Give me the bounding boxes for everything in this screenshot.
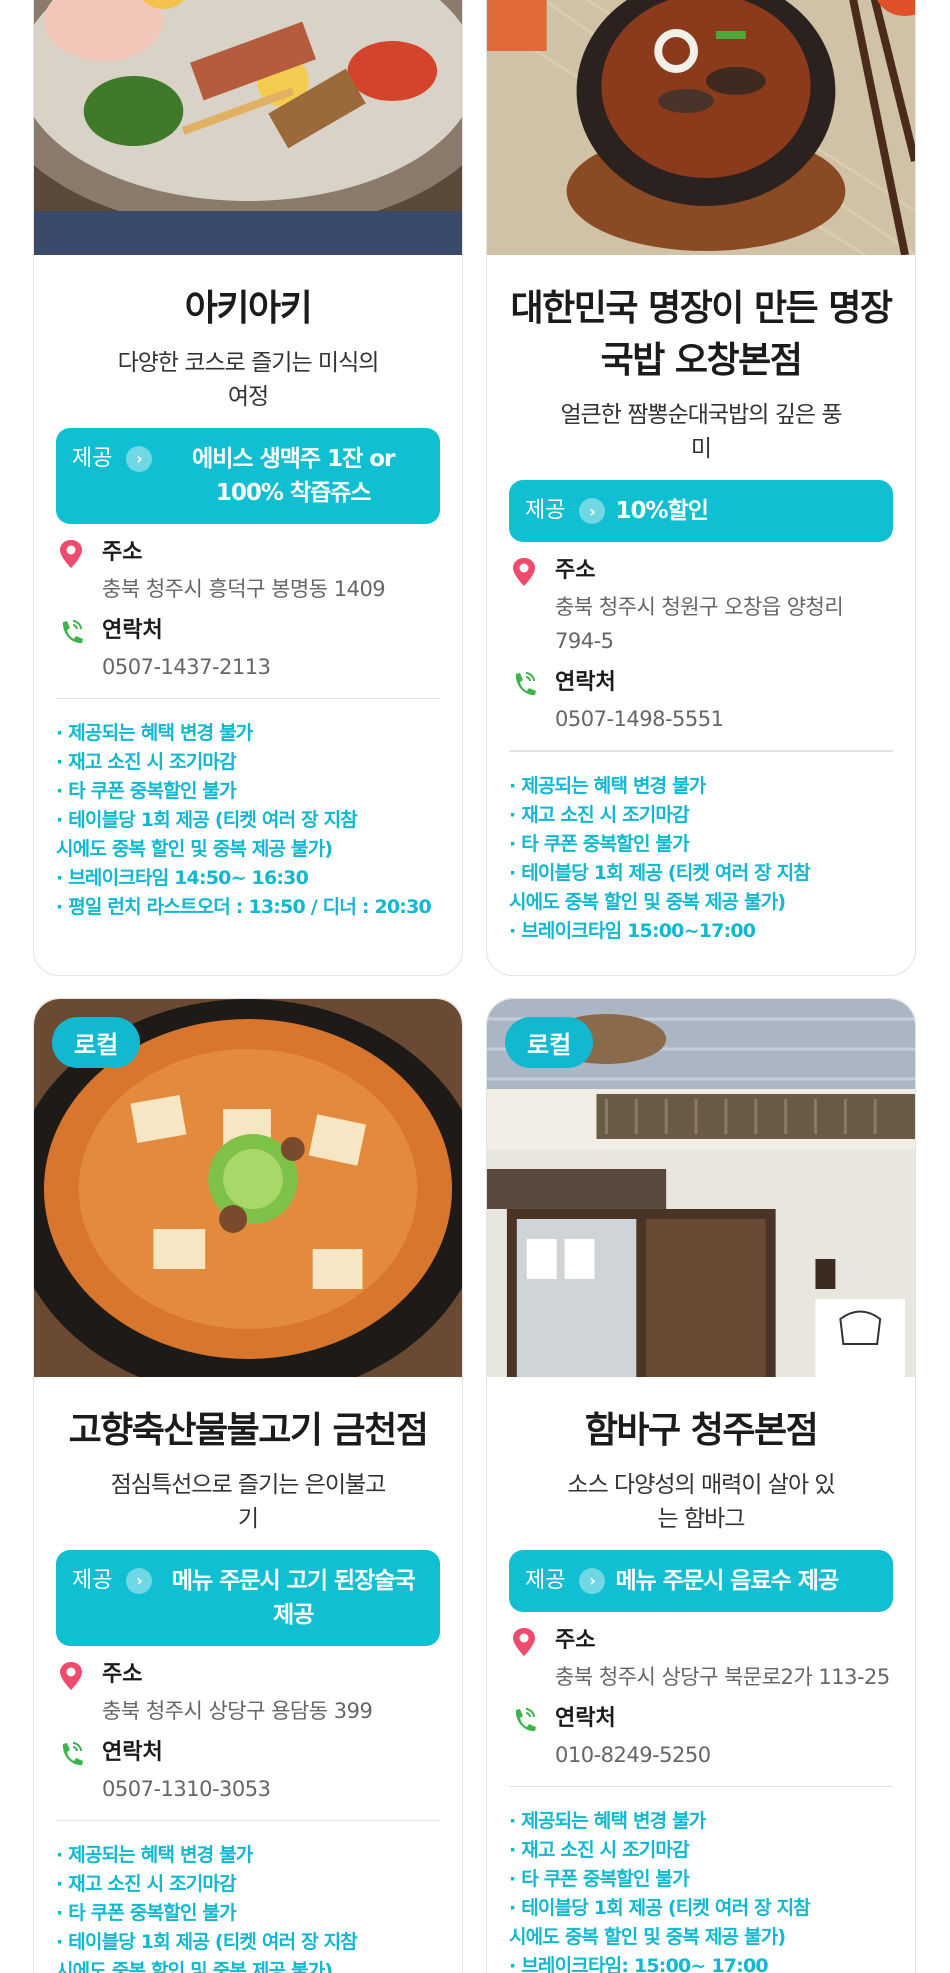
- note-item: · 제공되는 혜택 변경 불가: [56, 722, 253, 745]
- notes-list: · 제공되는 혜택 변경 불가 · 재고 소진 시 조기마감 · 타 쿠폰 중복…: [509, 1807, 893, 1973]
- address-value: 충북 청주시 상당구 북문로2가 113-25: [555, 1664, 890, 1689]
- note-item: · 테이블당 1회 제공 (티켓 여러 장 지참: [56, 1931, 358, 1954]
- benefit-text: 메뉴 주문시 음료수 제공: [615, 1567, 839, 1594]
- note-item: · 브레이크타임 14:50~ 16:30: [56, 867, 309, 890]
- chevron-right-icon: ›: [126, 1567, 153, 1594]
- address-value: 충북 청주시 상당구 용담동 399: [102, 1698, 373, 1723]
- note-item: 시에도 중복 할인 및 중복 제공 불가): [509, 1926, 786, 1949]
- note-item: · 재고 소진 시 조기마감: [56, 751, 237, 774]
- restaurant-card[interactable]: 로컬 함바구 청주본점 소스 다양성의 매력이 살아 있는 함바그 제공 › 메…: [486, 998, 916, 1973]
- benefit-text: 에비스 생맥주 1잔 or 100% 착즙쥬스: [192, 445, 395, 506]
- note-item: · 타 쿠폰 중복할인 불가: [509, 1868, 690, 1891]
- phone-label: 연락처: [102, 617, 163, 643]
- note-item: · 제공되는 혜택 변경 불가: [509, 774, 706, 797]
- note-item: · 타 쿠폰 중복할인 불가: [509, 832, 690, 855]
- benefit-box: 제공 › 10%할인: [509, 480, 893, 543]
- address-label: 주소: [102, 1661, 143, 1687]
- note-item: · 재고 소진 시 조기마감: [509, 803, 690, 826]
- phone-value[interactable]: 0507-1437-2113: [56, 650, 440, 684]
- phone-value[interactable]: 0507-1310-3053: [56, 1772, 440, 1806]
- note-item: · 타 쿠폰 중복할인 불가: [56, 780, 237, 803]
- divider: [509, 750, 893, 752]
- note-item: · 재고 소진 시 조기마감: [56, 1873, 237, 1896]
- address-label: 주소: [102, 539, 143, 565]
- note-item: · 테이블당 1회 제공 (티켓 여러 장 지참: [509, 1897, 811, 1920]
- restaurant-description: 얼큰한 짬뽕순대국밥의 깊은 풍미: [560, 402, 842, 462]
- restaurant-photo: 로컬: [34, 999, 462, 1377]
- note-item: 시에도 중복 할인 및 중복 제공 불가): [509, 890, 786, 913]
- restaurant-photo: 로컬: [487, 999, 915, 1377]
- note-item: · 테이블당 1회 제공 (티켓 여러 장 지참: [56, 809, 358, 832]
- note-item: 시에도 중복 할인 및 중복 제공 불가): [56, 1960, 333, 1973]
- note-item: 시에도 중복 할인 및 중복 제공 불가): [56, 838, 333, 861]
- phone-icon: [515, 672, 536, 696]
- note-item: · 테이블당 1회 제공 (티켓 여러 장 지참: [509, 861, 811, 884]
- restaurant-description: 점심특선으로 즐기는 은이불고기: [110, 1472, 387, 1532]
- note-item: · 제공되는 혜택 변경 불가: [56, 1844, 253, 1867]
- benefit-box: 제공 › 메뉴 주문시 음료수 제공: [509, 1549, 893, 1612]
- restaurant-photo: [34, 0, 462, 255]
- benefit-box: 제공 › 메뉴 주문시 고기 된장술국 제공: [56, 1549, 440, 1646]
- phone-icon: [62, 1741, 83, 1765]
- restaurant-description: 소스 다양성의 매력이 살아 있는 함바그: [567, 1472, 835, 1532]
- benefit-text: 메뉴 주문시 고기 된장술국 제공: [171, 1567, 416, 1628]
- restaurant-name: 아키아키: [184, 288, 313, 329]
- location-pin-icon: [60, 539, 82, 568]
- benefit-tag: 제공: [525, 1567, 566, 1593]
- benefit-tag: 제공: [72, 445, 113, 471]
- notes-list: · 제공되는 혜택 변경 불가 · 재고 소진 시 조기마감 · 타 쿠폰 중복…: [509, 772, 893, 946]
- benefit-text: 10%할인: [615, 498, 708, 525]
- restaurant-card[interactable]: 대한민국 명장이 만든 명장국밥 오창본점 얼큰한 짬뽕순대국밥의 깊은 풍미 …: [486, 0, 916, 976]
- benefit-tag: 제공: [72, 1567, 113, 1593]
- restaurant-description: 다양한 코스로 즐기는 미식의 여정: [117, 350, 380, 410]
- note-item: · 브레이크타임: 15:00~ 17:00: [509, 1955, 769, 1973]
- location-pin-icon: [513, 558, 535, 587]
- address-value: 충북 청주시 청원구 오창읍 양청리 794-5: [555, 595, 844, 654]
- note-item: · 제공되는 혜택 변경 불가: [509, 1810, 706, 1833]
- divider: [509, 1785, 893, 1788]
- chevron-right-icon: ›: [579, 1567, 606, 1594]
- restaurant-photo: [487, 0, 915, 255]
- phone-label: 연락처: [555, 670, 616, 696]
- chevron-right-icon: ›: [126, 445, 153, 472]
- benefit-tag: 제공: [525, 498, 566, 524]
- address-label: 주소: [555, 558, 596, 584]
- restaurant-card[interactable]: 아키아키 다양한 코스로 즐기는 미식의 여정 제공 › 에비스 생맥주 1잔 …: [33, 0, 463, 976]
- address-label: 주소: [555, 1627, 596, 1653]
- note-item: · 재고 소진 시 조기마감: [509, 1839, 690, 1862]
- local-badge: 로컬: [505, 1017, 594, 1068]
- notes-list: · 제공되는 혜택 변경 불가 · 재고 소진 시 조기마감 · 타 쿠폰 중복…: [56, 1841, 440, 1973]
- location-pin-icon: [60, 1661, 82, 1690]
- phone-value[interactable]: 010-8249-5250: [509, 1738, 893, 1772]
- divider: [56, 697, 440, 700]
- location-pin-icon: [513, 1627, 535, 1656]
- restaurant-name: 함바구 청주본점: [584, 1410, 819, 1451]
- benefit-box: 제공 › 에비스 생맥주 1잔 or 100% 착즙쥬스: [56, 427, 440, 524]
- phone-icon: [62, 619, 83, 643]
- phone-icon: [515, 1707, 536, 1731]
- notes-list: · 제공되는 혜택 변경 불가 · 재고 소진 시 조기마감 · 타 쿠폰 중복…: [56, 719, 440, 922]
- chevron-right-icon: ›: [579, 498, 606, 525]
- local-badge: 로컬: [52, 1017, 141, 1068]
- note-item: · 브레이크타임 15:00~17:00: [509, 919, 756, 942]
- phone-label: 연락처: [102, 1739, 163, 1765]
- restaurant-name: 고향축산물불고기 금천점: [68, 1410, 429, 1451]
- address-value: 충북 청주시 흥덕구 봉명동 1409: [102, 576, 386, 601]
- divider: [56, 1819, 440, 1822]
- restaurant-name: 대한민국 명장이 만든 명장국밥 오창본점: [510, 288, 893, 382]
- note-item: · 평일 런치 라스트오더 : 13:50 / 디너 : 20:30: [56, 896, 432, 919]
- restaurant-card[interactable]: 로컬 고향축산물불고기 금천점 점심특선으로 즐기는 은이불고기 제공 › 메뉴…: [33, 998, 463, 1973]
- phone-label: 연락처: [555, 1705, 616, 1731]
- note-item: · 타 쿠폰 중복할인 불가: [56, 1902, 237, 1925]
- phone-value[interactable]: 0507-1498-5551: [509, 702, 893, 736]
